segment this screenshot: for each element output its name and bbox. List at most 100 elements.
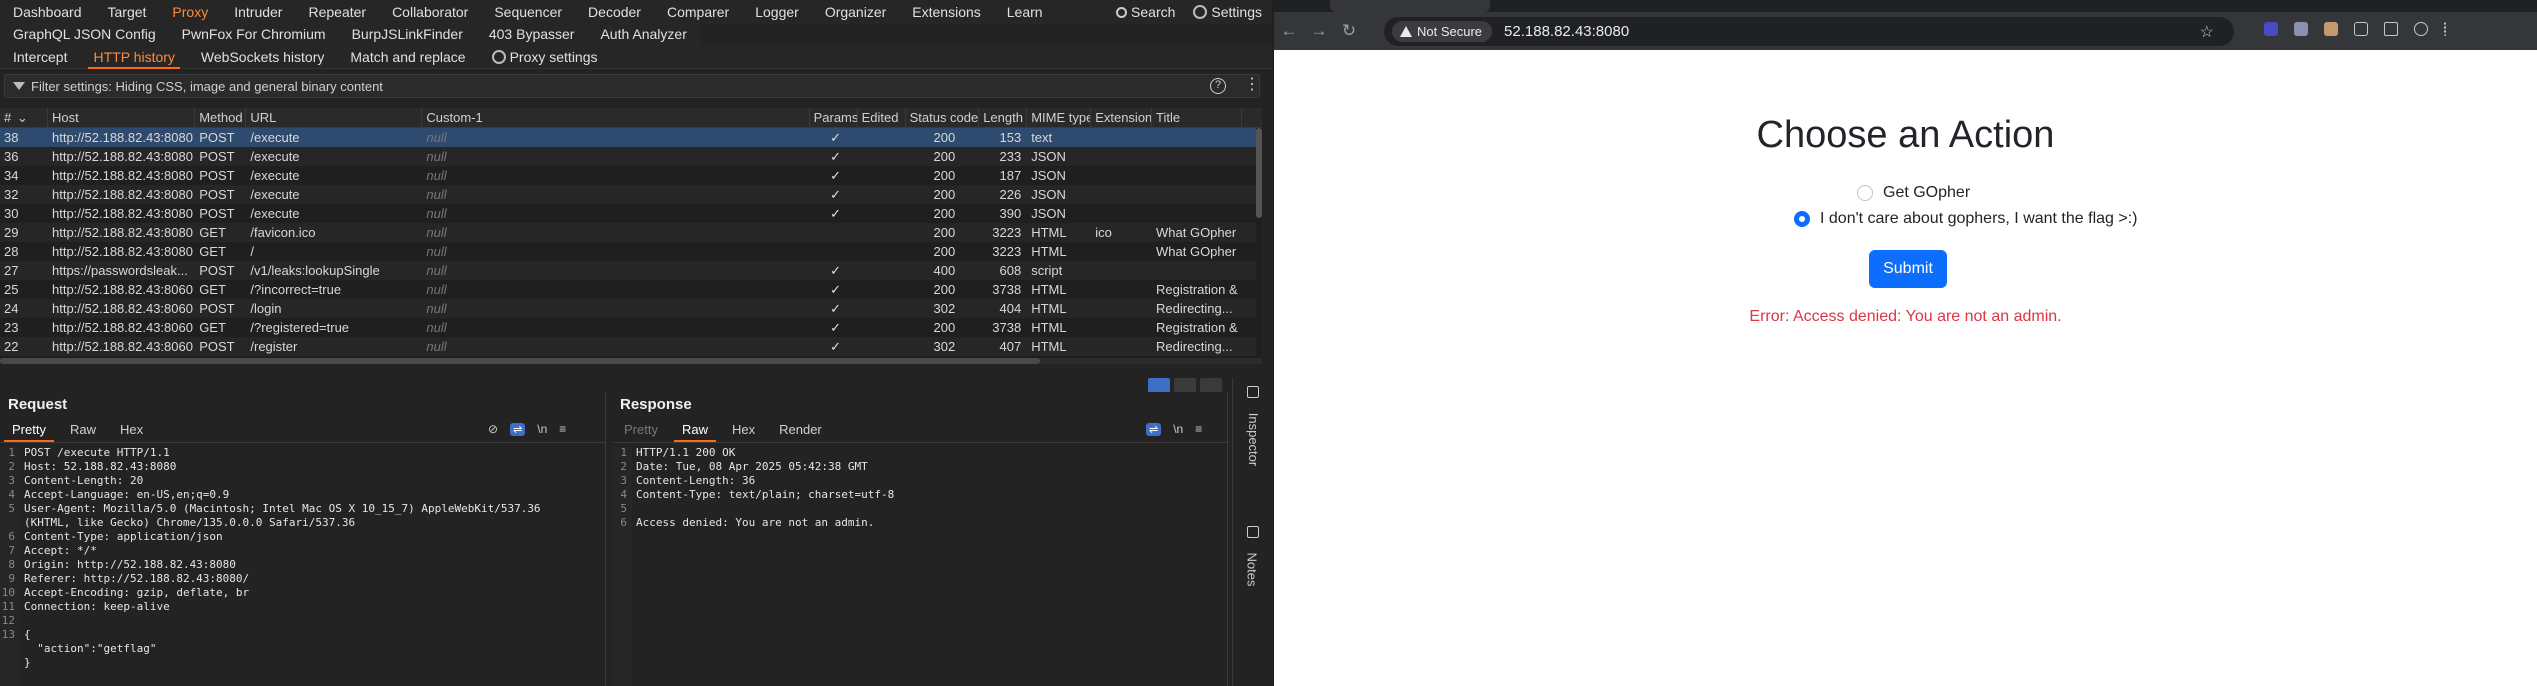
- table-row[interactable]: 29 http://52.188.82.43:8080 GET/favicon.ic…: [0, 223, 1256, 242]
- table-row[interactable]: 22 http://52.188.82.43:8060 POST/register n…: [0, 337, 1256, 356]
- table-row[interactable]: 36 http://52.188.82.43:8080 POST/execute nu…: [0, 147, 1256, 166]
- extension-tab-3[interactable]: 403 Bypasser: [476, 22, 588, 46]
- response-editor[interactable]: 1 HTTP/1.1 200 OK 2 Date: Tue, 08 Apr 2025 …: [612, 446, 1222, 686]
- puzzle-icon[interactable]: [2354, 22, 2368, 36]
- submit-button[interactable]: Submit: [1869, 250, 1947, 288]
- back-icon[interactable]: ←: [1274, 21, 1304, 41]
- browser-tab[interactable]: [1330, 0, 1490, 12]
- filter-bar[interactable]: Filter settings: Hiding CSS, image and g…: [4, 74, 1260, 98]
- response-tools: ⇌ \n ≡: [1146, 422, 1202, 436]
- tab-raw[interactable]: Raw: [58, 420, 108, 442]
- extension-icon[interactable]: [2324, 22, 2338, 36]
- tab-http-history[interactable]: HTTP history: [80, 45, 187, 69]
- table-row[interactable]: 27 https://passwordsleak... POST/v1/leaks:…: [0, 261, 1256, 280]
- table-row[interactable]: 23 http://52.188.82.43:8060 GET /?registere…: [0, 318, 1256, 337]
- option-get-gopher[interactable]: Get GOpher: [1857, 184, 1970, 202]
- column-header-0[interactable]: # ⌄: [0, 108, 48, 128]
- notes-tab[interactable]: Notes: [1237, 526, 1269, 586]
- table-row[interactable]: 38 http://52.188.82.43:8080 POST/execute nu…: [0, 128, 1256, 147]
- column-header-5[interactable]: Params: [810, 108, 858, 128]
- table-row[interactable]: 24 http://52.188.82.43:8060 POST/login null…: [0, 299, 1256, 318]
- newline-toggle-icon[interactable]: \n: [1173, 422, 1183, 436]
- vertical-scrollbar[interactable]: [1256, 128, 1262, 218]
- tab-pretty[interactable]: Pretty: [0, 420, 58, 442]
- column-header-6[interactable]: Edited: [858, 108, 906, 128]
- column-header-7[interactable]: Status code: [906, 108, 980, 128]
- menu-logger[interactable]: Logger: [742, 0, 812, 24]
- column-header-9[interactable]: MIME type: [1027, 108, 1092, 128]
- column-header-1[interactable]: Host: [48, 108, 196, 128]
- horizontal-scroll-thumb[interactable]: [0, 358, 1040, 364]
- table-row[interactable]: 28 http://52.188.82.43:8080 GET / null 200 322…: [0, 242, 1256, 261]
- table-row[interactable]: 25 http://52.188.82.43:8060 GET /?incorrect…: [0, 280, 1256, 299]
- menu-organizer[interactable]: Organizer: [812, 0, 899, 24]
- profile-icon[interactable]: [2414, 22, 2428, 36]
- tab-raw[interactable]: Raw: [670, 420, 720, 442]
- tab-pretty[interactable]: Pretty: [612, 420, 670, 442]
- menu-decoder[interactable]: Decoder: [575, 0, 654, 24]
- line-number: 13: [1, 628, 15, 641]
- extension-tab-0[interactable]: GraphQL JSON Config: [0, 22, 169, 46]
- browser-menu-icon[interactable]: [2444, 22, 2448, 36]
- menu-sequencer[interactable]: Sequencer: [481, 0, 575, 24]
- table-row[interactable]: 30 http://52.188.82.43:8080 POST/execute nu…: [0, 204, 1256, 223]
- menu-collaborator[interactable]: Collaborator: [379, 0, 481, 24]
- cell-status: 302: [933, 301, 956, 316]
- extension-icon[interactable]: [2264, 22, 2278, 36]
- menu-proxy[interactable]: Proxy: [159, 0, 221, 24]
- menu-comparer[interactable]: Comparer: [654, 0, 742, 24]
- word-wrap-icon[interactable]: ⇌: [510, 422, 526, 436]
- cell-mime: HTML: [1031, 320, 1067, 335]
- forward-icon[interactable]: →: [1304, 21, 1334, 41]
- table-row[interactable]: 32 http://52.188.82.43:8080 POST/execute nu…: [0, 185, 1256, 204]
- column-header-8[interactable]: Length: [979, 108, 1028, 128]
- tab-intercept[interactable]: Intercept: [0, 45, 80, 69]
- column-header-3[interactable]: URL: [246, 108, 423, 128]
- menu-intruder[interactable]: Intruder: [221, 0, 295, 24]
- menu-dashboard[interactable]: Dashboard: [0, 0, 95, 24]
- lab-icon[interactable]: [2384, 22, 2398, 36]
- menu-learn[interactable]: Learn: [994, 0, 1056, 24]
- newline-toggle-icon[interactable]: \n: [537, 422, 547, 436]
- horizontal-scrollbar[interactable]: [0, 358, 1262, 364]
- line-number: 12: [1, 614, 15, 627]
- extension-tab-4[interactable]: Auth Analyzer: [587, 22, 699, 46]
- tab-hex[interactable]: Hex: [108, 420, 155, 442]
- extension-tab-2[interactable]: BurpJSLinkFinder: [339, 22, 476, 46]
- tab-hex[interactable]: Hex: [720, 420, 767, 442]
- hide-icon[interactable]: ⊘: [488, 422, 498, 436]
- word-wrap-icon[interactable]: ⇌: [1146, 422, 1162, 436]
- help-icon[interactable]: ?: [1210, 78, 1226, 94]
- tab-render[interactable]: Render: [767, 420, 834, 442]
- column-header-2[interactable]: Method: [195, 108, 247, 128]
- cell-mime: JSON: [1031, 149, 1066, 164]
- cell-host: http://52.188.82.43:8060: [52, 339, 193, 354]
- radio-get-gopher[interactable]: [1857, 185, 1873, 201]
- table-row[interactable]: 34 http://52.188.82.43:8080 POST/execute nu…: [0, 166, 1256, 185]
- tab-websockets-history[interactable]: WebSockets history: [188, 45, 337, 69]
- menu-target[interactable]: Target: [95, 0, 160, 24]
- request-editor[interactable]: 1 POST /execute HTTP/1.1 2 Host: 52.188.82.…: [0, 446, 600, 686]
- search-button[interactable]: Search: [1112, 0, 1179, 24]
- settings-button[interactable]: Settings: [1189, 0, 1266, 24]
- menu-icon[interactable]: ≡: [559, 422, 566, 436]
- security-chip[interactable]: Not Secure: [1392, 21, 1493, 42]
- menu-repeater[interactable]: Repeater: [295, 0, 379, 24]
- inspector-tab[interactable]: Inspector: [1237, 386, 1269, 466]
- reload-icon[interactable]: ↻: [1334, 21, 1364, 41]
- menu-extensions[interactable]: Extensions: [899, 0, 993, 24]
- address-bar[interactable]: Not Secure 52.188.82.43:8080 ☆: [1384, 17, 2234, 46]
- more-options-icon[interactable]: ⋮: [1244, 76, 1260, 94]
- flag-extension-icon[interactable]: [2294, 22, 2308, 36]
- option-get-flag[interactable]: I don't care about gophers, I want the f…: [1794, 210, 2137, 228]
- menu-icon[interactable]: ≡: [1195, 422, 1202, 436]
- column-header-4[interactable]: Custom-1: [422, 108, 810, 128]
- tab-match-and-replace[interactable]: Match and replace: [337, 45, 478, 69]
- extension-tab-1[interactable]: PwnFox For Chromium: [169, 22, 339, 46]
- column-header-10[interactable]: Extension: [1091, 108, 1152, 128]
- column-header-11[interactable]: Title: [1152, 108, 1242, 128]
- bookmark-star-icon[interactable]: ☆: [2200, 22, 2214, 42]
- radio-get-flag[interactable]: [1794, 211, 1810, 227]
- proxy-settings-button[interactable]: Proxy settings: [479, 45, 611, 69]
- cell-method: POST: [199, 187, 235, 202]
